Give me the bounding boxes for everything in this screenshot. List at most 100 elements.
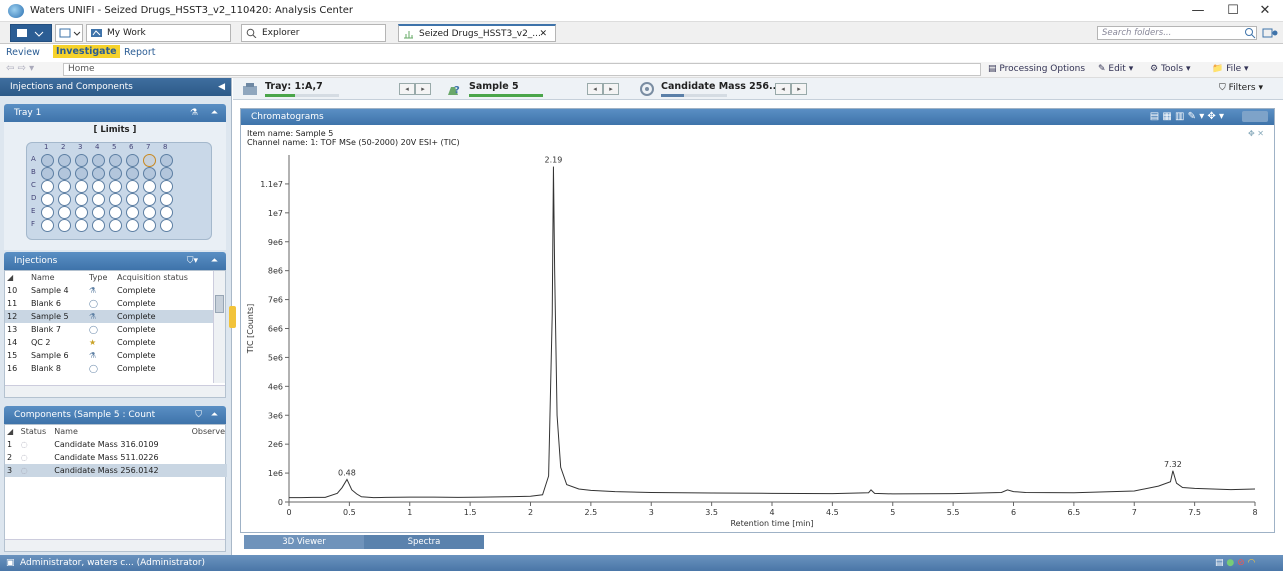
col-type[interactable]: Type bbox=[87, 271, 115, 284]
injection-row[interactable]: 10 Sample 4 ⚗ Complete bbox=[5, 284, 213, 297]
filters-button[interactable]: ⛉ Filters ▾ bbox=[1219, 83, 1263, 93]
plate-well[interactable] bbox=[160, 180, 173, 193]
tab-3d-viewer[interactable]: 3D Viewer bbox=[244, 535, 364, 549]
candidate-prev-button[interactable]: ◂ bbox=[775, 83, 791, 95]
plate-well[interactable] bbox=[58, 193, 71, 206]
plate-well[interactable] bbox=[92, 154, 105, 167]
sample-selector-label[interactable]: Sample 5 bbox=[469, 81, 519, 92]
nav-report[interactable]: Report bbox=[124, 47, 156, 58]
plate-well[interactable] bbox=[143, 206, 156, 219]
component-row[interactable]: 3 ◌ Candidate Mass 256.0142 bbox=[5, 464, 227, 477]
plate-well[interactable] bbox=[143, 154, 156, 167]
plate-well[interactable] bbox=[41, 154, 54, 167]
plate-well[interactable] bbox=[92, 180, 105, 193]
plate-well[interactable] bbox=[41, 219, 54, 232]
close-tab-icon[interactable]: ✕ bbox=[539, 26, 547, 42]
injections-hscrollbar[interactable] bbox=[5, 385, 225, 397]
component-row[interactable]: 1 ◌ Candidate Mass 316.0109 bbox=[5, 438, 227, 451]
injection-row[interactable]: 11 Blank 6 ◯ Complete bbox=[5, 297, 213, 310]
plate-well[interactable] bbox=[41, 167, 54, 180]
plate-well[interactable] bbox=[143, 180, 156, 193]
plate-well[interactable] bbox=[58, 219, 71, 232]
scroll-thumb[interactable] bbox=[215, 295, 224, 313]
plate-well[interactable] bbox=[41, 206, 54, 219]
sample-next-button[interactable]: ▸ bbox=[603, 83, 619, 95]
plate-well[interactable] bbox=[126, 206, 139, 219]
plate-well[interactable] bbox=[92, 193, 105, 206]
breadcrumb[interactable]: Home bbox=[63, 63, 981, 76]
pin-close-icon[interactable]: ✥ ✕ bbox=[1248, 129, 1264, 138]
plate-well[interactable] bbox=[126, 180, 139, 193]
plate-well[interactable] bbox=[58, 154, 71, 167]
plate-well[interactable] bbox=[126, 193, 139, 206]
plate-well[interactable] bbox=[75, 206, 88, 219]
components-hscrollbar[interactable] bbox=[5, 539, 225, 551]
candidate-selector-label[interactable]: Candidate Mass 256.... bbox=[661, 81, 783, 92]
plate-well[interactable] bbox=[143, 219, 156, 232]
apps-menu-button[interactable] bbox=[10, 24, 52, 42]
tools-menu-button[interactable]: ⚙ Tools ▾ bbox=[1150, 64, 1191, 74]
plate-well[interactable] bbox=[109, 219, 122, 232]
plate-well[interactable] bbox=[75, 219, 88, 232]
plate-well[interactable] bbox=[160, 167, 173, 180]
chromatogram-chart[interactable]: 0 0.5 1 1.5 2 2.5 3 3.5 4 4.5 5 5.5 6 6.5 7 7.5 8 0 1e6 2e6… bbox=[241, 147, 1274, 532]
plate-well[interactable] bbox=[160, 206, 173, 219]
injections-collapse-icon[interactable]: ⏶ bbox=[211, 252, 218, 270]
tab-document[interactable]: Seized Drugs_HSST3_v2_... ✕ bbox=[398, 24, 556, 42]
tab-spectra[interactable]: Spectra bbox=[364, 535, 484, 549]
injection-row[interactable]: 15 Sample 6 ⚗ Complete bbox=[5, 349, 213, 362]
plate-well[interactable] bbox=[109, 154, 122, 167]
injections-scrollbar[interactable] bbox=[213, 271, 225, 383]
filter-icon[interactable]: ⛉▾ bbox=[187, 252, 198, 270]
view-toggle-button[interactable] bbox=[55, 24, 83, 42]
plate-well[interactable] bbox=[41, 180, 54, 193]
splitter-handle[interactable] bbox=[229, 306, 236, 328]
nav-review[interactable]: Review bbox=[6, 47, 40, 58]
search-button-icon[interactable] bbox=[1244, 27, 1256, 39]
plate-well[interactable] bbox=[41, 193, 54, 206]
processing-options-button[interactable]: ▤ Processing Options bbox=[988, 64, 1085, 74]
plate-well[interactable] bbox=[58, 180, 71, 193]
plate-well[interactable] bbox=[143, 193, 156, 206]
plate-well[interactable] bbox=[160, 154, 173, 167]
plate-well[interactable] bbox=[160, 193, 173, 206]
panel-layout-icon[interactable] bbox=[1262, 27, 1278, 39]
plate-well[interactable] bbox=[160, 219, 173, 232]
candidate-next-button[interactable]: ▸ bbox=[791, 83, 807, 95]
close-button[interactable]: ✕ bbox=[1250, 2, 1280, 20]
plate-well[interactable] bbox=[109, 193, 122, 206]
sample-prev-button[interactable]: ◂ bbox=[587, 83, 603, 95]
tray-collapse-icon[interactable]: ⏶ bbox=[211, 104, 218, 122]
plate-well[interactable] bbox=[126, 167, 139, 180]
plate-well[interactable] bbox=[126, 219, 139, 232]
nav-investigate[interactable]: Investigate bbox=[53, 45, 120, 58]
tray-next-button[interactable]: ▸ bbox=[415, 83, 431, 95]
window-controls-icon[interactable] bbox=[1242, 111, 1268, 122]
collapse-pane-icon[interactable]: ◀ bbox=[218, 78, 225, 96]
col-acquisition-status[interactable]: Acquisition status bbox=[115, 271, 213, 284]
plate-well[interactable] bbox=[58, 167, 71, 180]
back-forward-icon[interactable]: ⇦ ⇨ ▾ bbox=[6, 63, 34, 74]
col-status[interactable]: Status bbox=[19, 425, 53, 438]
injection-row[interactable]: 14 QC 2 ★ Complete bbox=[5, 336, 213, 349]
plate-well[interactable] bbox=[92, 167, 105, 180]
col-observed[interactable]: Observe bbox=[190, 425, 227, 438]
plate-well[interactable] bbox=[143, 167, 156, 180]
plate-well[interactable] bbox=[75, 180, 88, 193]
component-row[interactable]: 2 ◌ Candidate Mass 511.0226 bbox=[5, 451, 227, 464]
plate-well[interactable] bbox=[109, 206, 122, 219]
tic-trace-line[interactable] bbox=[289, 166, 1256, 499]
components-filter-icon[interactable]: ⛉ bbox=[195, 406, 202, 424]
col-component-name[interactable]: Name bbox=[52, 425, 189, 438]
plate-well[interactable] bbox=[58, 206, 71, 219]
injection-row[interactable]: 13 Blank 7 ◯ Complete bbox=[5, 323, 213, 336]
maximize-button[interactable]: ☐ bbox=[1218, 2, 1248, 20]
plate-well[interactable] bbox=[75, 167, 88, 180]
minimize-button[interactable]: — bbox=[1183, 2, 1213, 20]
injection-row[interactable]: 12 Sample 5 ⚗ Complete bbox=[5, 310, 213, 323]
tray-prev-button[interactable]: ◂ bbox=[399, 83, 415, 95]
tray-selector-label[interactable]: Tray: 1:A,7 bbox=[265, 81, 323, 92]
col-name[interactable]: Name bbox=[29, 271, 87, 284]
plate-well[interactable] bbox=[92, 219, 105, 232]
tray-settings-icon[interactable]: ⚗ bbox=[190, 104, 198, 122]
